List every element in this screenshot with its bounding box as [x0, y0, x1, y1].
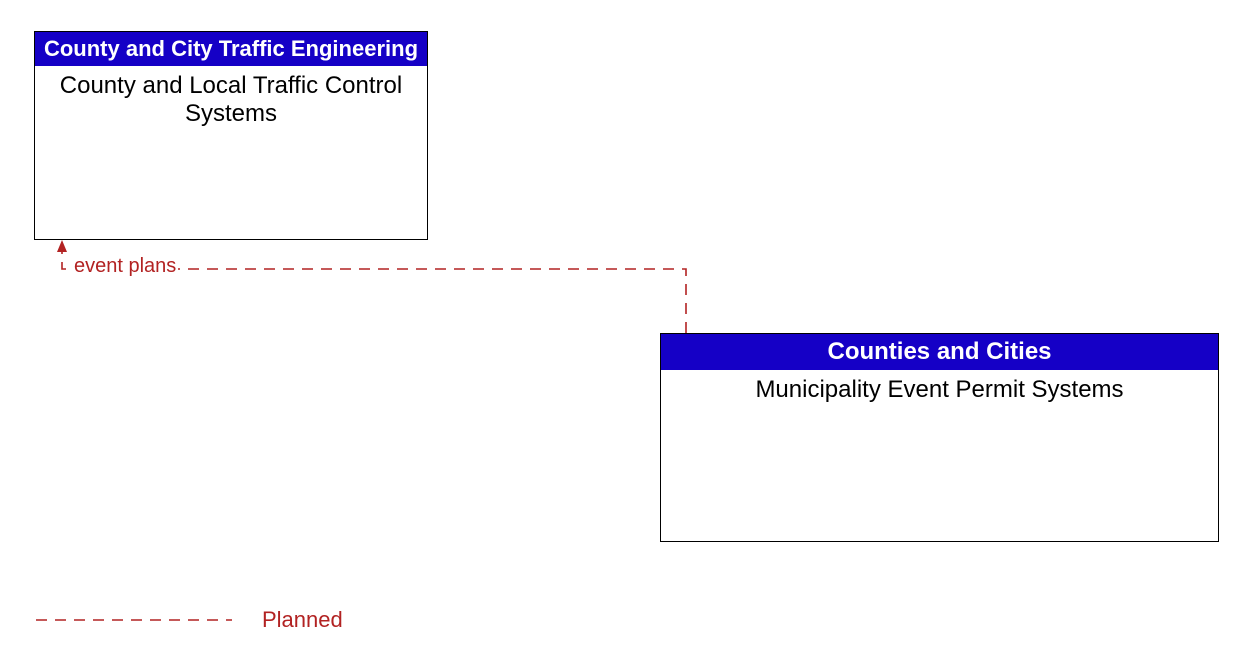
entity-header-counties-cities: Counties and Cities	[661, 334, 1218, 370]
entity-traffic-control: County and City Traffic Engineering Coun…	[34, 31, 428, 240]
flow-label-event-plans: event plans	[72, 255, 178, 278]
entity-header-traffic-engineering: County and City Traffic Engineering	[35, 32, 427, 66]
legend-label-planned: Planned	[262, 607, 343, 633]
entity-body-permit-systems: Municipality Event Permit Systems	[661, 370, 1218, 410]
entity-body-traffic-control: County and Local Traffic Control Systems	[35, 66, 427, 133]
entity-permit-systems: Counties and Cities Municipality Event P…	[660, 333, 1219, 542]
arrowhead-icon	[57, 240, 67, 252]
